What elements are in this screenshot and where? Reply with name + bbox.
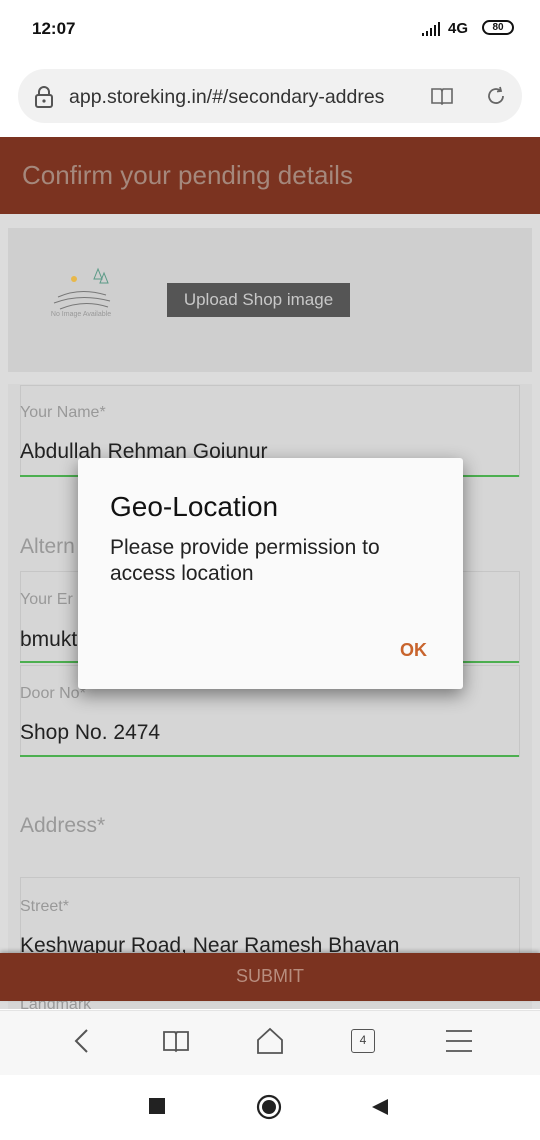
dialog-ok-button[interactable]: OK — [394, 638, 433, 663]
dialog-message: Please provide permission to access loca… — [110, 536, 380, 585]
name-label: Your Name* — [20, 404, 106, 421]
back-icon[interactable] — [68, 1027, 96, 1055]
system-home-icon[interactable] — [256, 1094, 282, 1120]
reader-mode-icon[interactable] — [430, 86, 454, 106]
email-value[interactable]: bmukt — [20, 628, 77, 652]
recents-icon[interactable] — [149, 1098, 165, 1114]
alternate-label: Altern — [20, 535, 75, 558]
email-label: Your Er — [20, 591, 73, 608]
network-type: 4G — [448, 20, 469, 37]
system-back-icon[interactable] — [370, 1097, 390, 1117]
door-value[interactable]: Shop No. 2474 — [20, 721, 160, 745]
menu-icon[interactable] — [445, 1027, 473, 1055]
tabs-icon[interactable]: 4 — [351, 1029, 375, 1053]
no-image-label: No Image Available — [50, 311, 112, 318]
page-title: Confirm your pending details — [22, 160, 353, 190]
address-label: Address* — [20, 814, 106, 837]
door-label: Door No* — [20, 685, 86, 702]
dialog-title: Geo-Location — [110, 491, 279, 522]
bookmarks-icon[interactable] — [162, 1027, 190, 1055]
signal-icon — [422, 22, 440, 36]
status-time: 12:07 — [32, 19, 76, 38]
reload-icon[interactable] — [485, 85, 507, 107]
submit-label: SUBMIT — [235, 966, 304, 986]
street-label: Street* — [20, 898, 69, 915]
lock-icon[interactable] — [34, 86, 54, 108]
url-text[interactable]: app.storeking.in/#/secondary-addres — [69, 86, 409, 109]
battery-icon: 80 — [482, 20, 514, 35]
home-icon[interactable] — [256, 1027, 284, 1055]
door-underline — [20, 755, 519, 757]
upload-shop-image-button[interactable]: Upload Shop image — [167, 283, 350, 317]
